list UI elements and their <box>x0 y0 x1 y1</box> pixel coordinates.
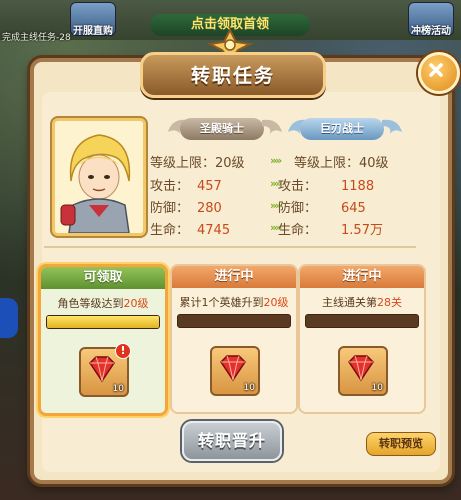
task-status: 进行中 <box>172 266 296 288</box>
alert-exclamation-icon: ! <box>115 343 131 359</box>
task-desc-text: 角色等级达到 <box>57 297 124 310</box>
reward-quantity: 10 <box>371 383 383 393</box>
side-event-badge[interactable] <box>0 298 18 338</box>
stat-label: 攻击： <box>150 179 190 194</box>
stat-level-cap-next: 等级上限：40级 <box>294 152 389 171</box>
task-progress-bar <box>46 315 160 329</box>
direct-purchase-button[interactable]: 开服直购 <box>70 2 116 37</box>
stat-level-cap-current: 等级上限：20级 <box>150 152 245 171</box>
stat-value: 4745 <box>197 223 231 238</box>
task-description: 主线通关第28关 <box>300 294 424 310</box>
wing-right-blue-icon <box>382 119 402 134</box>
stat-hp-next: 生命： 1.57万 <box>278 219 383 238</box>
stat-value: 645 <box>341 201 366 216</box>
hero-avatar-icon <box>55 121 143 233</box>
reward-quantity: 10 <box>243 383 255 393</box>
stat-defense-current: 防御： 280 <box>150 197 222 216</box>
upgrade-arrow-icon: »» <box>270 154 282 167</box>
task-desc-highlight: 28关 <box>377 296 402 309</box>
stat-value: 457 <box>197 179 222 194</box>
task-progress-bar <box>305 314 419 328</box>
section-divider <box>44 246 416 248</box>
task-status: 可领取 <box>41 267 165 289</box>
stat-value: 40级 <box>359 156 389 171</box>
stat-defense-next: 防御： 645 <box>278 197 366 216</box>
stat-label: 生命： <box>150 223 190 238</box>
stat-label: 等级上限： <box>294 156 360 171</box>
stat-value: 1.57万 <box>341 223 383 238</box>
task-desc-text: 主线通关第 <box>322 296 377 309</box>
task-description: 累计1个英雄升到20级 <box>172 294 296 310</box>
close-button[interactable] <box>418 52 460 94</box>
task-card-in-progress[interactable]: 进行中 累计1个英雄升到20级 10 <box>170 264 298 414</box>
wing-right-icon <box>262 119 282 134</box>
reward-item[interactable]: 10 <box>210 346 260 396</box>
task-desc-highlight: 20级 <box>123 297 149 310</box>
main-quest-text: 完成主线任务-28 <box>2 33 71 43</box>
stat-attack-next: 攻击： 1188 <box>278 175 374 194</box>
stat-label: 攻击： <box>278 179 318 194</box>
reward-item[interactable]: 10 <box>338 346 388 396</box>
close-icon <box>429 63 443 77</box>
stat-label: 等级上限： <box>150 156 216 171</box>
ruby-gem-icon <box>89 356 115 383</box>
task-card-claimable[interactable]: 可领取 角色等级达到20级 10 ! <box>38 264 168 416</box>
task-card-in-progress[interactable]: 进行中 主线通关第28关 10 <box>298 264 426 414</box>
stat-label: 防御： <box>278 201 318 216</box>
rank-event-label: 冲榜活动 <box>411 26 451 37</box>
next-class-badge: 巨刃战士 <box>300 118 384 140</box>
task-desc-highlight: 20级 <box>263 296 289 309</box>
ruby-gem-icon <box>220 355 246 382</box>
rank-event-button[interactable]: 冲榜活动 <box>408 2 454 37</box>
dialog-title: 转职任务 <box>190 65 275 87</box>
current-class-badge: 圣殿骑士 <box>180 118 264 140</box>
task-status: 进行中 <box>300 266 424 288</box>
title-plate: 转职任务 <box>140 52 326 98</box>
stat-label: 生命： <box>278 223 318 238</box>
task-description: 角色等级达到20级 <box>41 295 165 311</box>
stat-attack-current: 攻击： 457 <box>150 175 222 194</box>
hero-portrait <box>52 118 146 236</box>
stat-value: 20级 <box>215 156 245 171</box>
stat-value: 280 <box>197 201 222 216</box>
task-progress-bar <box>177 314 291 328</box>
task-progress-fill <box>47 316 159 328</box>
stat-label: 防御： <box>150 201 190 216</box>
reward-quantity: 10 <box>112 384 124 394</box>
promote-button[interactable]: 转职晋升 <box>182 421 282 461</box>
stat-hp-current: 生命： 4745 <box>150 219 230 238</box>
direct-purchase-label: 开服直购 <box>73 26 113 37</box>
ruby-gem-icon <box>348 355 374 382</box>
preview-button[interactable]: 转职预览 <box>366 432 436 456</box>
task-desc-text: 累计1个英雄升到 <box>179 296 264 309</box>
stat-value: 1188 <box>341 179 375 194</box>
